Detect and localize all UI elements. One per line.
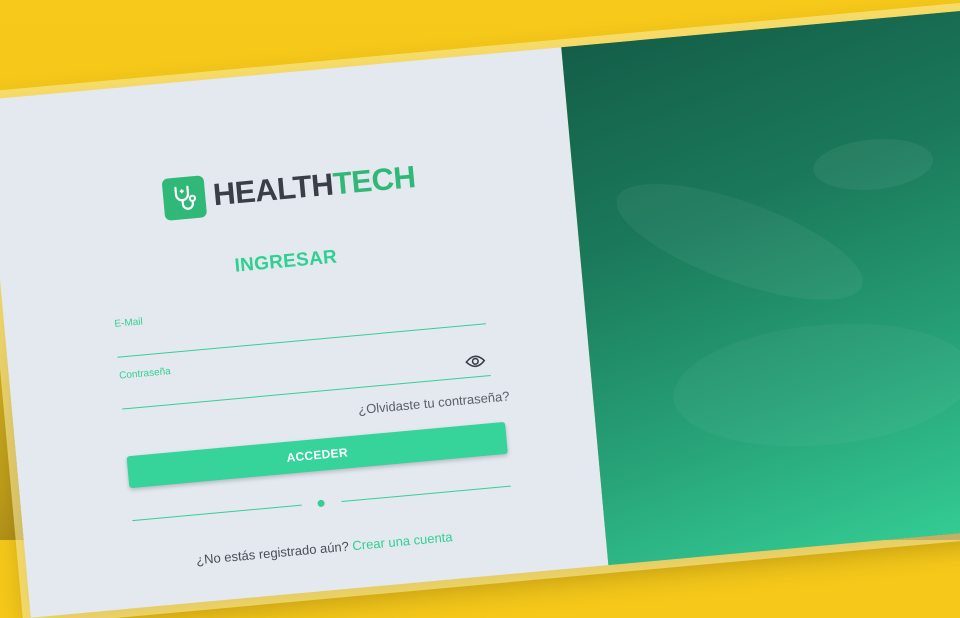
hero-panel — [561, 9, 960, 566]
brand-name-health: HEALTH — [211, 166, 335, 213]
email-label: E-Mail — [114, 316, 144, 330]
signup-prompt-text: ¿No estás registrado aún? — [195, 538, 350, 568]
login-window: HEALTHTECH INGRESAR E-Mail Contraseña ¿O — [0, 0, 960, 618]
forgot-password-link[interactable]: ¿Olvidaste tu contraseña? — [358, 388, 510, 417]
create-account-link[interactable]: Crear una cuenta — [352, 529, 453, 553]
eye-icon[interactable] — [465, 353, 486, 369]
brand-name: HEALTHTECH — [212, 159, 417, 213]
window-frame: HEALTHTECH INGRESAR E-Mail Contraseña ¿O — [0, 9, 960, 618]
password-label: Contraseña — [118, 366, 172, 382]
brand-logo: HEALTHTECH — [161, 156, 418, 221]
brand-name-tech: TECH — [331, 159, 417, 202]
divider — [132, 482, 511, 526]
hero-texture — [811, 134, 936, 195]
divider-line-right — [341, 485, 511, 503]
login-button[interactable]: ACCEDER — [126, 421, 508, 489]
signup-prompt: ¿No estás registrado aún? Crear una cuen… — [196, 529, 454, 567]
divider-line-left — [132, 504, 302, 522]
divider-dot — [317, 499, 325, 508]
login-title: INGRESAR — [233, 246, 338, 277]
hero-texture — [668, 311, 960, 459]
login-panel: HEALTHTECH INGRESAR E-Mail Contraseña ¿O — [0, 47, 609, 618]
stethoscope-icon — [161, 175, 208, 221]
